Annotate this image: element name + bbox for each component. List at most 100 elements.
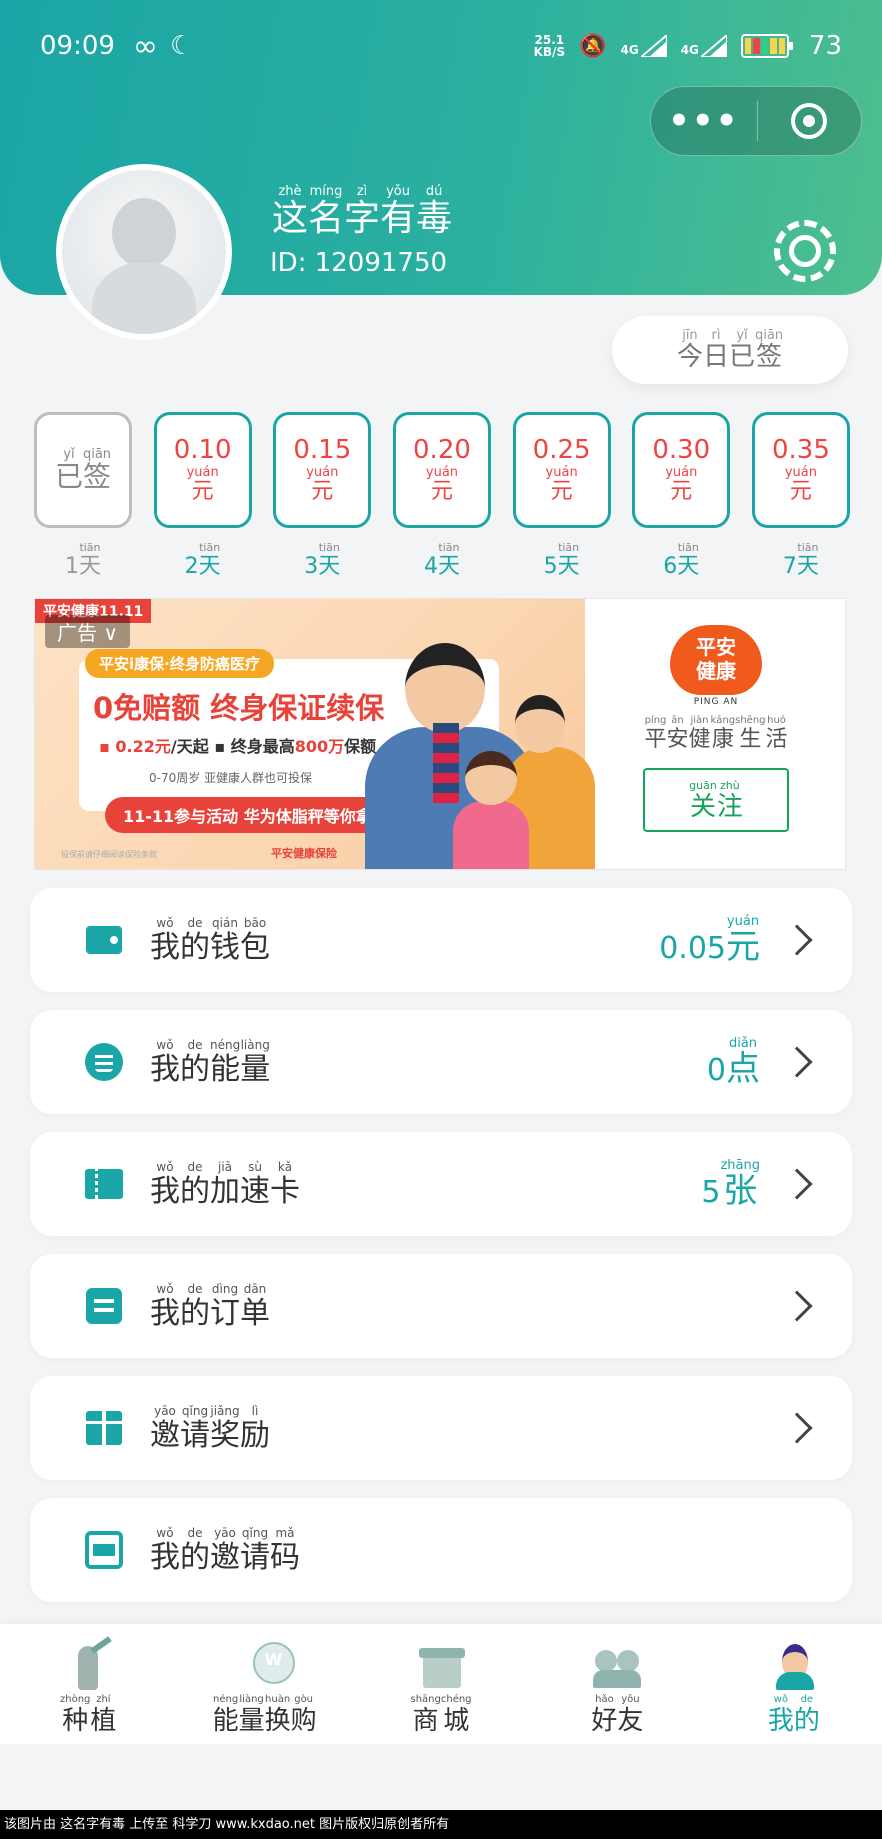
tab-energy-exchange[interactable]: néng能liàng量huàn换gòu购 bbox=[176, 1624, 352, 1744]
checkin-day[interactable]: 0.10 yuán 元 2 tiān 天 bbox=[153, 412, 252, 579]
hanzi: 邀 bbox=[210, 1540, 240, 1575]
menu-item-title: wǒ 我 de 的 yāo 邀 qǐng 请 mǎ 码 bbox=[150, 1526, 300, 1574]
ruby-char: bāo 包 bbox=[240, 916, 270, 964]
pinyin: tiān bbox=[797, 541, 819, 554]
tab-label: hǎo 好 yǒu 友 bbox=[591, 1692, 643, 1736]
hanzi: 天 bbox=[796, 554, 819, 579]
pinyin: wǒ bbox=[156, 1038, 174, 1052]
checkin-day[interactable]: 0.20 yuán 元 4 tiān 天 bbox=[392, 412, 491, 579]
hanzi: 元 bbox=[430, 479, 453, 505]
brand-name: píng 平 ān 安 jiàn 健 kāng 康 shēng 生 huó 活 bbox=[644, 713, 787, 752]
ruby-char: ān 安 bbox=[666, 713, 688, 752]
ruby-char: tiān 天 bbox=[79, 540, 101, 579]
tab-friends[interactable]: hǎo 好 yǒu 友 bbox=[529, 1624, 705, 1744]
checkin-day-label: 1 tiān 天 bbox=[65, 540, 101, 579]
hanzi: 已 bbox=[54, 460, 83, 494]
menu-item-orders[interactable]: wǒ 我 de 的 dìng 订 dān 单 bbox=[30, 1254, 852, 1358]
checkin-box[interactable]: 0.20 yuán 元 bbox=[392, 412, 491, 528]
status-right: 25.1 KB/S 🔕 4G 4G 73 bbox=[534, 31, 842, 61]
ad-image[interactable]: 平安健康11.11 广告 ∨ 平安i康保·终身防癌医疗 0免赔额 终身保证续保 … bbox=[35, 599, 595, 869]
pinyin: jiàn bbox=[690, 715, 709, 726]
hanzi: 好 bbox=[591, 1706, 618, 1736]
pinyin: tiān bbox=[677, 541, 699, 554]
ticket-icon-shape bbox=[85, 1169, 123, 1199]
miniapp-capsule: ••• bbox=[650, 86, 862, 156]
ruby-char: dìng 订 bbox=[210, 1282, 240, 1330]
menu-item-wallet[interactable]: wǒ 我 de 的 qián 钱 bāo 包 0.05 yuán 元 bbox=[30, 888, 852, 992]
checkin-box[interactable]: 0.35 yuán 元 bbox=[751, 412, 850, 528]
ruby-char: chéng 城 bbox=[441, 1692, 472, 1736]
pinyin: shāng bbox=[410, 1694, 441, 1705]
ruby-char: zhí 植 bbox=[90, 1692, 116, 1736]
wallet-icon-shape bbox=[86, 926, 122, 954]
checkin-box[interactable]: yǐ 已 qiān 签 bbox=[34, 412, 132, 528]
avatar[interactable] bbox=[56, 164, 232, 340]
ruby-char: de 的 bbox=[180, 916, 210, 964]
plant-icon bbox=[60, 1638, 116, 1694]
menu-item-invite-code[interactable]: wǒ 我 de 的 yāo 邀 qǐng 请 mǎ 码 bbox=[30, 1498, 852, 1602]
tab-mall[interactable]: shāng 商 chéng 城 bbox=[353, 1624, 529, 1744]
ruby-char: tiān 天 bbox=[677, 540, 699, 579]
checkin-day[interactable]: 0.25 yuán 元 5 tiān 天 bbox=[512, 412, 611, 579]
hanzi: 城 bbox=[443, 1706, 470, 1736]
pinyin: guān bbox=[689, 779, 717, 793]
ad-line1-text: /天起 ▪ 终身最高 bbox=[170, 737, 295, 756]
energy-icon-shape bbox=[85, 1043, 123, 1081]
hanzi: 购 bbox=[290, 1706, 317, 1736]
pinyin: zì bbox=[356, 184, 368, 199]
menu-item-invite-rewards[interactable]: yāo 邀 qǐng 请 jiǎng 奖 lì 励 bbox=[30, 1376, 852, 1480]
hanzi: 康 bbox=[711, 727, 734, 752]
ruby-char: kǎ 卡 bbox=[270, 1160, 300, 1208]
bottom-tab-bar: zhòng种zhí植néng能liàng量huàn换gòu购shāng商chén… bbox=[0, 1624, 882, 1744]
follow-button[interactable]: guān 关 zhù 注 bbox=[643, 768, 789, 833]
checkin-box[interactable]: 0.25 yuán 元 bbox=[512, 412, 611, 528]
ruby-char: liàng 量 bbox=[240, 1038, 270, 1086]
hanzi: 量 bbox=[238, 1706, 265, 1736]
hanzi: 请 bbox=[240, 1540, 270, 1575]
pinyin: tiān bbox=[438, 541, 460, 554]
signed-today-button[interactable]: jīn 今 rì 日 yǐ 已 qiān 签 bbox=[612, 316, 848, 384]
hanzi: 的 bbox=[180, 930, 210, 965]
menu-item-value: 5 zhāng 张 bbox=[701, 1158, 760, 1210]
checkin-box[interactable]: 0.10 yuán 元 bbox=[153, 412, 252, 528]
menu-item-energy[interactable]: wǒ 我 de 的 néng 能 liàng 量 0 diǎn 点 bbox=[30, 1010, 852, 1114]
menu-item-title: wǒ 我 de 的 dìng 订 dān 单 bbox=[150, 1282, 270, 1330]
ruby-char: qiān 签 bbox=[83, 447, 111, 493]
menu-item-speed-card[interactable]: wǒ 我 de 的 jiā 加 sù 速 kǎ 卡 5 zhāng 张 bbox=[30, 1132, 852, 1236]
pinyin: zhí bbox=[96, 1694, 111, 1705]
checkin-day[interactable]: yǐ 已 qiān 签 1 tiān 天 bbox=[34, 412, 132, 579]
more-menu-button[interactable]: ••• bbox=[651, 86, 757, 156]
ruby-char: tiān 天 bbox=[558, 540, 580, 579]
pinyin: tiān bbox=[558, 541, 580, 554]
ad-label-dropdown[interactable]: 广告 ∨ bbox=[45, 615, 130, 648]
tab-plant[interactable]: zhòng 种 zhí 植 bbox=[0, 1624, 176, 1744]
checkin-day[interactable]: 0.35 yuán 元 7 tiān 天 bbox=[751, 412, 850, 579]
ad-banner[interactable]: 平安健康11.11 广告 ∨ 平安i康保·终身防癌医疗 0免赔额 终身保证续保 … bbox=[34, 598, 846, 870]
close-miniapp-button[interactable] bbox=[758, 103, 862, 139]
checkin-day[interactable]: 0.15 yuán 元 3 tiān 天 bbox=[273, 412, 372, 579]
ruby-char: shāng 商 bbox=[410, 1692, 440, 1736]
ruby-char: qǐng 请 bbox=[240, 1526, 270, 1574]
ad-price: ▪ 0.22元 bbox=[99, 737, 171, 756]
hanzi: 张 bbox=[723, 1170, 758, 1211]
checkin-day[interactable]: 0.30 yuán 元 6 tiān 天 bbox=[632, 412, 731, 579]
day-number: 1 bbox=[64, 554, 79, 580]
hanzi: 这 bbox=[272, 198, 309, 239]
ruby-char: yuán 元 bbox=[726, 914, 760, 966]
hanzi: 天 bbox=[437, 554, 460, 579]
hanzi: 我 bbox=[150, 1540, 180, 1575]
ruby-char: yuán 元 bbox=[187, 465, 219, 504]
tab-mine[interactable]: wǒ 我 de 的 bbox=[706, 1624, 882, 1744]
checkin-box[interactable]: 0.15 yuán 元 bbox=[273, 412, 372, 528]
checkin-box[interactable]: 0.30 yuán 元 bbox=[632, 412, 731, 528]
pinyin: wǒ bbox=[156, 1160, 174, 1174]
checkin-amount: 0.30 bbox=[652, 435, 711, 466]
ruby-char: wǒ 我 bbox=[150, 1038, 180, 1086]
signal-icon: 4G bbox=[681, 35, 727, 57]
settings-gear-icon[interactable] bbox=[774, 220, 836, 282]
pinyin: yǒu bbox=[621, 1694, 640, 1705]
scan-icon-shape bbox=[85, 1531, 123, 1569]
ruby-char: kāng 康 bbox=[711, 713, 736, 752]
hanzi: 换 bbox=[264, 1706, 291, 1736]
energy-exchange-icon bbox=[237, 1638, 295, 1694]
